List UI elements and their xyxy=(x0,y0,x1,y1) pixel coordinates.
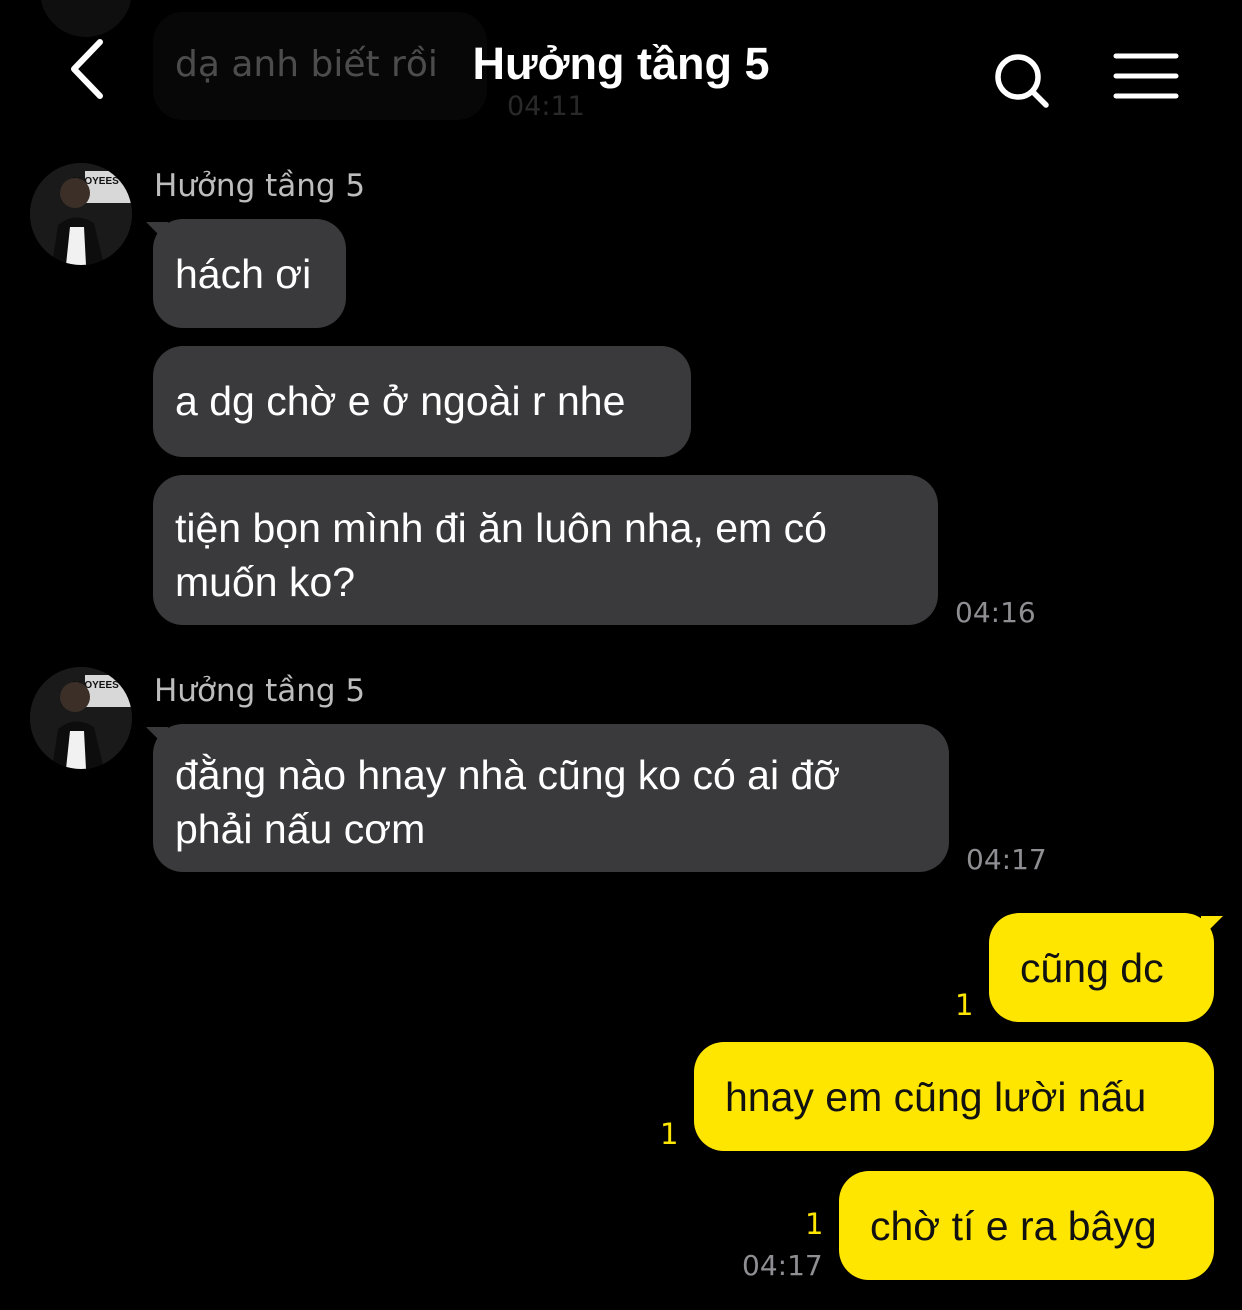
menu-button[interactable] xyxy=(1112,50,1180,102)
unread-count: 1 xyxy=(805,1207,824,1241)
my-message-bubble[interactable]: hnay em cũng lười nấu xyxy=(694,1042,1214,1151)
message-time: 04:16 xyxy=(955,596,1036,629)
previous-avatar xyxy=(40,0,132,37)
message-bubble[interactable]: hách ơi xyxy=(153,219,346,328)
message-bubble[interactable]: tiện bọn mình đi ăn luôn nha, em có muốn… xyxy=(153,475,938,625)
sender-name: Hưởng tầng 5 xyxy=(154,168,366,204)
previous-message-time: 04:11 xyxy=(507,91,585,122)
hamburger-menu-icon xyxy=(1113,53,1179,99)
message-bubble[interactable]: đằng nào hnay nhà cũng ko có ai đỡ phải … xyxy=(153,724,949,872)
unread-count: 1 xyxy=(660,1117,679,1151)
search-icon xyxy=(995,54,1049,108)
unread-count: 1 xyxy=(955,988,974,1022)
avatar[interactable]: PLOYEES ONLY xyxy=(30,667,132,769)
profile-photo: PLOYEES ONLY xyxy=(30,667,132,769)
message-bubble[interactable]: a dg chờ e ở ngoài r nhe xyxy=(153,346,691,457)
sender-name: Hưởng tầng 5 xyxy=(154,673,366,709)
chat-title: Hưởng tầng 5 xyxy=(472,38,770,89)
search-button[interactable] xyxy=(990,50,1054,110)
my-message-bubble[interactable]: chờ tí e ra bâyg xyxy=(839,1171,1214,1280)
avatar[interactable]: PLOYEES ONLY xyxy=(30,163,132,265)
profile-photo: PLOYEES ONLY xyxy=(30,163,132,265)
message-time: 04:17 xyxy=(742,1249,823,1282)
my-message-bubble[interactable]: cũng dc xyxy=(989,913,1214,1022)
message-time: 04:17 xyxy=(966,843,1047,876)
